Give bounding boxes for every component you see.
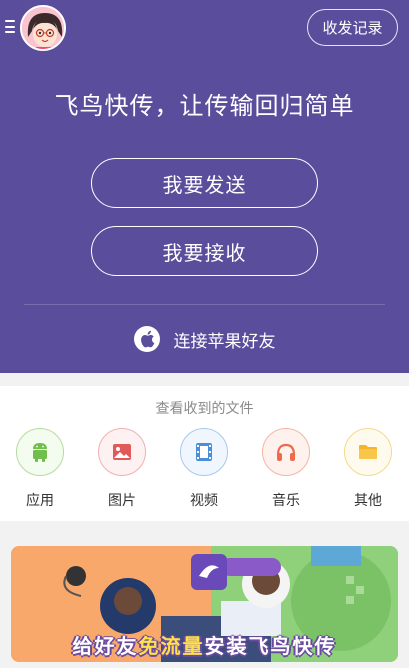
connect-apple-button[interactable]: 连接苹果好友 bbox=[0, 323, 409, 355]
promo-banner[interactable]: 给好友免流量安装飞鸟快传 bbox=[11, 546, 398, 662]
file-category-apps[interactable]: 应用 bbox=[10, 428, 70, 510]
file-category-music[interactable]: 音乐 bbox=[256, 428, 316, 510]
avatar-girl-icon bbox=[22, 7, 64, 49]
received-files-panel: 查看收到的文件 应用 图片 视频 音乐 其他 bbox=[0, 386, 409, 521]
menu-icon[interactable] bbox=[5, 20, 15, 33]
file-category-others[interactable]: 其他 bbox=[338, 428, 398, 510]
send-button[interactable]: 我要发送 bbox=[91, 158, 318, 208]
file-category-label: 应用 bbox=[26, 493, 54, 509]
folder-icon bbox=[344, 428, 392, 476]
android-icon bbox=[16, 428, 64, 476]
file-category-images[interactable]: 图片 bbox=[92, 428, 152, 510]
apple-icon bbox=[133, 326, 160, 352]
received-files-title: 查看收到的文件 bbox=[155, 401, 254, 417]
history-button[interactable]: 收发记录 bbox=[307, 9, 398, 46]
avatar[interactable] bbox=[20, 5, 66, 51]
file-category-label: 图片 bbox=[108, 493, 136, 509]
receive-button[interactable]: 我要接收 bbox=[91, 226, 318, 276]
file-category-label: 音乐 bbox=[272, 493, 300, 509]
hero-panel: 收发记录 飞鸟快传，让传输回归简单 我要发送 我要接收 连接苹果好友 bbox=[0, 0, 409, 373]
promo-text: 给好友免流量安装飞鸟快传 bbox=[72, 634, 337, 658]
film-icon bbox=[180, 428, 228, 476]
image-icon bbox=[98, 428, 146, 476]
file-category-label: 视频 bbox=[190, 493, 218, 509]
file-category-videos[interactable]: 视频 bbox=[174, 428, 234, 510]
divider bbox=[24, 304, 385, 305]
file-category-label: 其他 bbox=[354, 493, 382, 509]
connect-apple-label: 连接苹果好友 bbox=[173, 331, 276, 352]
headphones-icon bbox=[262, 428, 310, 476]
slogan: 飞鸟快传，让传输回归简单 bbox=[54, 92, 355, 120]
